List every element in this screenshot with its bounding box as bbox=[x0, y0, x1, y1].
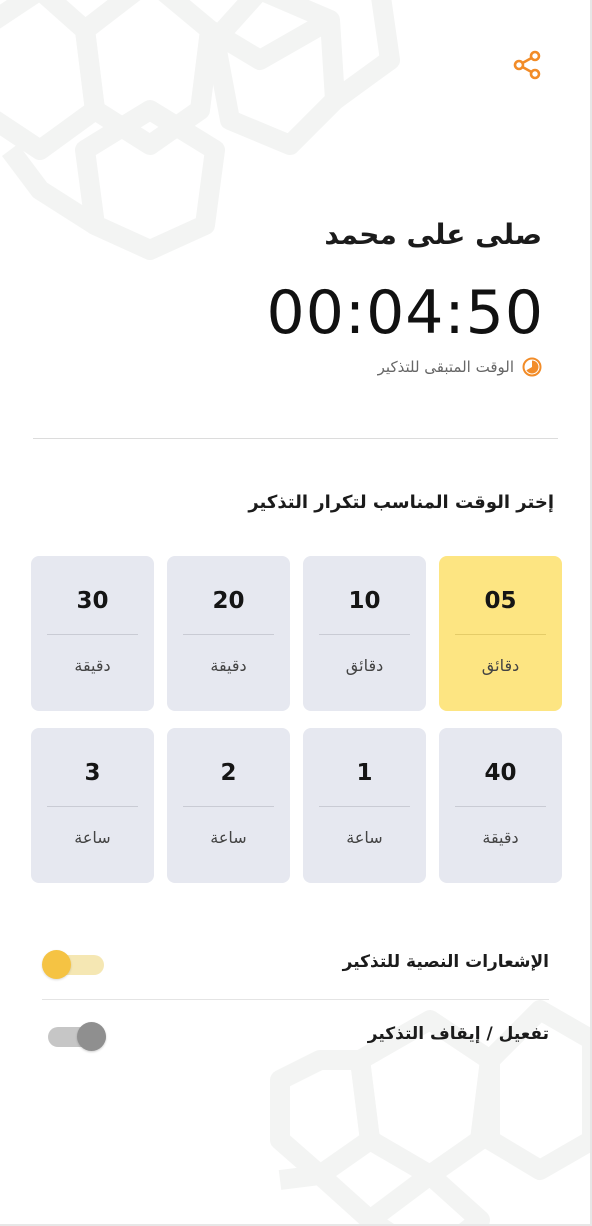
interval-value: 20 bbox=[212, 588, 245, 614]
interval-option-05-minutes[interactable]: 05 دقائق bbox=[439, 556, 562, 711]
interval-option-1-hour[interactable]: 1 ساعة bbox=[303, 728, 426, 883]
card-divider bbox=[319, 634, 410, 635]
interval-value: 40 bbox=[484, 760, 517, 786]
interval-value: 2 bbox=[220, 760, 237, 786]
interval-value: 30 bbox=[76, 588, 109, 614]
dhikr-title: صلى على محمد bbox=[324, 218, 542, 251]
card-divider bbox=[183, 634, 274, 635]
share-icon bbox=[513, 50, 541, 80]
interval-value: 05 bbox=[484, 588, 517, 614]
text-notifications-toggle[interactable] bbox=[42, 950, 106, 979]
interval-value: 1 bbox=[356, 760, 373, 786]
remaining-time-row: الوقت المتبقى للتذكير bbox=[378, 357, 542, 377]
enable-reminder-toggle[interactable] bbox=[42, 1022, 106, 1051]
card-divider bbox=[319, 806, 410, 807]
interval-unit: دقيقة bbox=[74, 656, 111, 675]
timer-icon bbox=[522, 357, 542, 377]
settings-divider bbox=[42, 999, 549, 1000]
toggle-knob bbox=[77, 1022, 106, 1051]
interval-unit: دقائق bbox=[481, 656, 520, 675]
text-notifications-label: الإشعارات النصية للتذكير bbox=[342, 952, 549, 972]
interval-option-3-hours[interactable]: 3 ساعة bbox=[31, 728, 154, 883]
interval-unit: دقيقة bbox=[210, 656, 247, 675]
interval-heading: إختر الوقت المناسب لتكرار التذكير bbox=[248, 492, 554, 513]
card-divider bbox=[455, 634, 546, 635]
interval-option-20-minutes[interactable]: 20 دقيقة bbox=[167, 556, 290, 711]
interval-option-30-minutes[interactable]: 30 دقيقة bbox=[31, 556, 154, 711]
interval-option-2-hours[interactable]: 2 ساعة bbox=[167, 728, 290, 883]
interval-unit: دقائق bbox=[345, 656, 384, 675]
interval-unit: ساعة bbox=[210, 828, 247, 847]
enable-reminder-label: تفعيل / إيقاف التذكير bbox=[367, 1024, 549, 1044]
toggle-knob bbox=[42, 950, 71, 979]
text-notifications-setting: الإشعارات النصية للتذكير bbox=[42, 944, 549, 984]
interval-value: 10 bbox=[348, 588, 381, 614]
card-divider bbox=[47, 634, 138, 635]
share-button[interactable] bbox=[506, 46, 548, 84]
card-divider bbox=[455, 806, 546, 807]
interval-unit: ساعة bbox=[74, 828, 111, 847]
countdown-timer: 00:04:50 bbox=[266, 278, 544, 348]
card-divider bbox=[47, 806, 138, 807]
interval-value: 3 bbox=[84, 760, 101, 786]
section-divider bbox=[33, 438, 558, 439]
interval-option-10-minutes[interactable]: 10 دقائق bbox=[303, 556, 426, 711]
interval-unit: ساعة bbox=[346, 828, 383, 847]
interval-option-40-minutes[interactable]: 40 دقيقة bbox=[439, 728, 562, 883]
reminder-screen: صلى على محمد 00:04:50 الوقت المتبقى للتذ… bbox=[0, 0, 592, 1226]
remaining-time-label: الوقت المتبقى للتذكير bbox=[377, 358, 514, 376]
interval-unit: دقيقة bbox=[482, 828, 519, 847]
card-divider bbox=[183, 806, 274, 807]
interval-grid: 05 دقائق 10 دقائق 20 دقيقة 30 دقيقة 40 د… bbox=[31, 556, 562, 883]
enable-reminder-setting: تفعيل / إيقاف التذكير bbox=[42, 1016, 549, 1056]
